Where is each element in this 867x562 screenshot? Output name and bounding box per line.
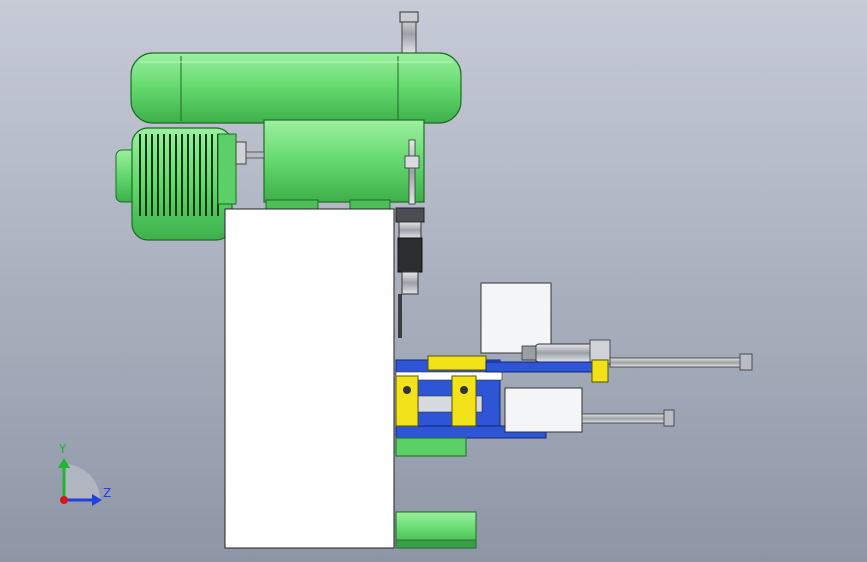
spindle-top-rod[interactable] xyxy=(399,11,419,55)
y-axis-label: Y xyxy=(58,442,67,456)
cad-viewport[interactable]: Y Z xyxy=(0,0,867,562)
guard-block-lower[interactable] xyxy=(504,387,583,433)
z-axis-label: Z xyxy=(103,486,111,500)
pulley-housing[interactable] xyxy=(130,52,462,124)
guard-block-upper[interactable] xyxy=(480,282,552,354)
drill-head-body[interactable] xyxy=(263,119,425,211)
x-axis-origin xyxy=(60,496,68,504)
column-cover-panel[interactable] xyxy=(224,208,395,549)
assembly-canvas[interactable]: Y Z xyxy=(0,0,867,562)
